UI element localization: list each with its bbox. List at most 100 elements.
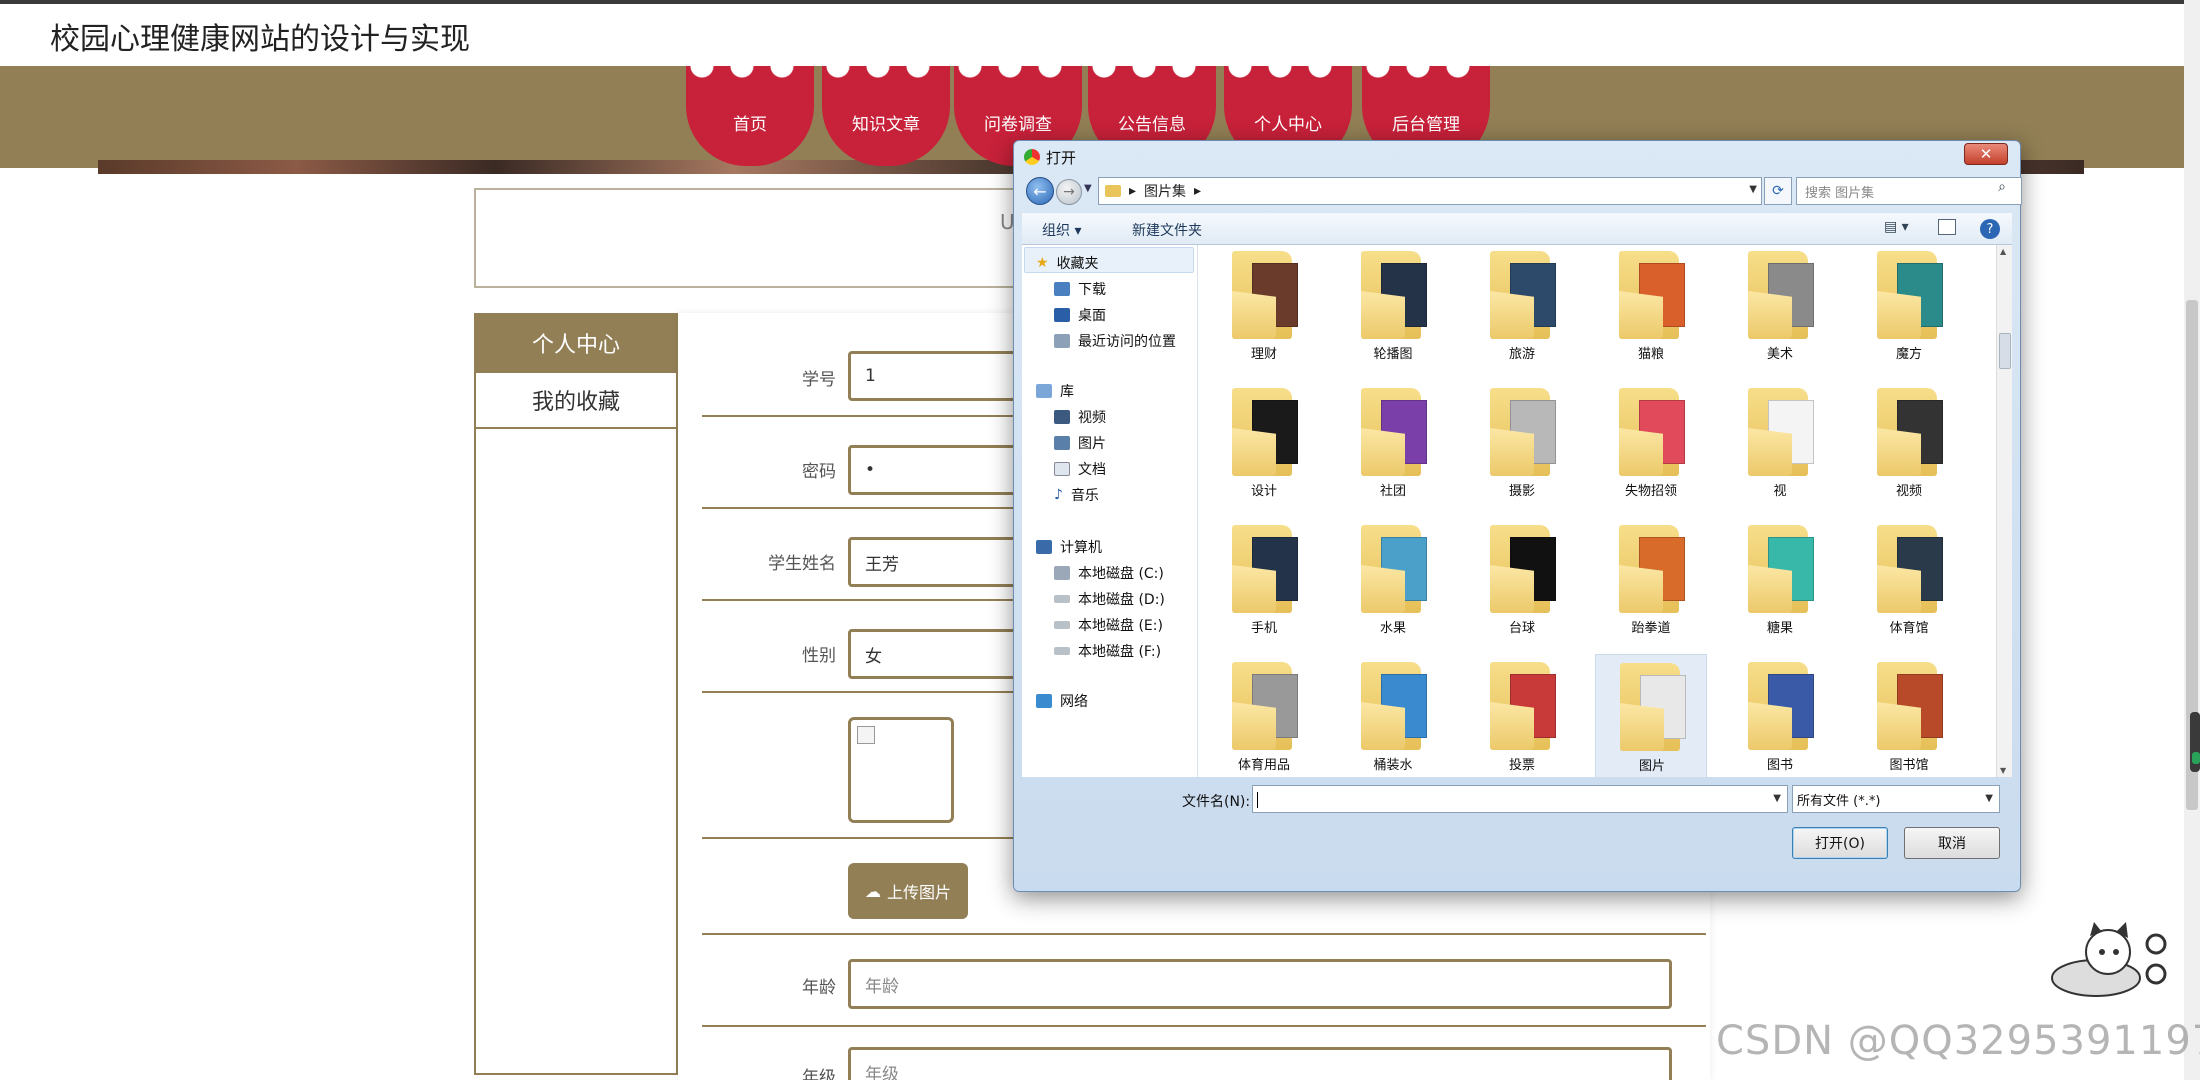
- nav-documents[interactable]: 文档: [1054, 459, 1106, 479]
- filename-input[interactable]: ▼: [1252, 785, 1788, 813]
- desktop-icon: [1054, 308, 1070, 322]
- folder-item[interactable]: 轮播图: [1337, 245, 1449, 375]
- grade-field[interactable]: 年级: [848, 1047, 1672, 1080]
- star-icon: ★: [1036, 255, 1049, 271]
- folder-item[interactable]: 旅游: [1466, 245, 1578, 375]
- nav-label: 最近访问的位置: [1078, 334, 1176, 350]
- folder-item[interactable]: 体育用品: [1208, 654, 1320, 777]
- folder-item[interactable]: 糖果: [1724, 517, 1836, 649]
- nav-videos[interactable]: 视频: [1054, 407, 1106, 427]
- nav-recent-places[interactable]: 最近访问的位置: [1054, 331, 1176, 351]
- folder-icon: [1361, 388, 1431, 476]
- preview-pane-icon[interactable]: [1938, 219, 1956, 235]
- nav-label: 库: [1060, 384, 1074, 400]
- folder-icon: [1490, 662, 1560, 750]
- nav-drive-e[interactable]: 本地磁盘 (E:): [1054, 615, 1163, 635]
- address-row: ← → ▼ ▸ 图片集 ▸ ▼ ⟳ 搜索 图片集 ⌕: [1022, 175, 2022, 207]
- folder-item[interactable]: 水果: [1337, 517, 1449, 649]
- library-icon: [1036, 384, 1052, 398]
- scroll-up-icon[interactable]: ▲: [2000, 247, 2006, 256]
- nav-downloads[interactable]: 下载: [1054, 279, 1106, 299]
- folder-item[interactable]: 魔方: [1853, 245, 1965, 375]
- folder-item[interactable]: 失物招领: [1595, 380, 1707, 512]
- folder-item[interactable]: 桶装水: [1337, 654, 1449, 777]
- cancel-button[interactable]: 取消: [1904, 827, 2000, 859]
- folder-name: 图书: [1766, 758, 1793, 773]
- folder-item[interactable]: 跆拳道: [1595, 517, 1707, 649]
- folder-item[interactable]: 美术: [1724, 245, 1836, 375]
- age-field[interactable]: 年龄: [848, 959, 1672, 1009]
- field-label: 密码: [802, 462, 836, 482]
- folder-item[interactable]: 投票: [1466, 654, 1578, 777]
- drive-icon: [1054, 621, 1070, 629]
- file-list-scrollbar-thumb[interactable]: [1999, 333, 2011, 369]
- computer-icon: [1036, 540, 1052, 554]
- organize-menu[interactable]: 组织 ▾: [1042, 220, 1081, 240]
- folder-item[interactable]: 理财: [1208, 245, 1320, 375]
- nav-music[interactable]: ♪ 音乐: [1054, 485, 1099, 505]
- folder-icon: [1361, 251, 1431, 339]
- folder-item[interactable]: 社团: [1337, 380, 1449, 512]
- address-bar[interactable]: ▸ 图片集 ▸ ▼: [1098, 177, 1762, 205]
- nav-network[interactable]: 网络: [1036, 691, 1088, 711]
- folder-item[interactable]: 图片: [1595, 654, 1707, 777]
- folder-item[interactable]: 台球: [1466, 517, 1578, 649]
- close-icon: ✕: [1979, 145, 1993, 163]
- nav-pictures[interactable]: 图片: [1054, 433, 1106, 453]
- nav-drive-f[interactable]: 本地磁盘 (F:): [1054, 641, 1161, 661]
- nav-favorites[interactable]: ★ 收藏夹: [1036, 253, 1099, 273]
- recent-dropdown-icon[interactable]: ▼: [1084, 183, 1092, 194]
- forward-arrow-icon[interactable]: →: [1056, 179, 1082, 205]
- open-file-dialog: 打开 ✕ ← → ▼ ▸ 图片集 ▸ ▼ ⟳ 搜索 图片集 ⌕ 组织 ▾ 新建文…: [1013, 140, 2022, 892]
- file-list-scrollbar[interactable]: ▲ ▼: [1996, 245, 2012, 777]
- refresh-icon[interactable]: ⟳: [1764, 177, 1792, 205]
- breadcrumb-folder[interactable]: 图片集: [1144, 181, 1186, 201]
- page-scrollbar[interactable]: [2184, 0, 2200, 1080]
- folder-item[interactable]: 猫粮: [1595, 245, 1707, 375]
- folder-item[interactable]: 摄影: [1466, 380, 1578, 512]
- video-library-icon: [1054, 410, 1070, 424]
- folder-item[interactable]: 体育馆: [1853, 517, 1965, 649]
- file-type-select[interactable]: 所有文件 (*.*) ▼: [1792, 785, 2000, 813]
- view-options-icon[interactable]: ▤ ▾: [1884, 219, 1909, 235]
- folder-icon: [1748, 388, 1818, 476]
- help-icon[interactable]: ?: [1980, 219, 2000, 239]
- chevron-down-icon: ▼: [1985, 793, 1993, 804]
- folder-name: 视: [1773, 484, 1787, 499]
- drive-icon: [1054, 647, 1070, 655]
- search-input[interactable]: 搜索 图片集: [1796, 177, 2022, 205]
- folder-name: 图书馆: [1889, 758, 1929, 773]
- close-button[interactable]: ✕: [1964, 143, 2008, 165]
- nav-label: 桌面: [1078, 308, 1106, 324]
- back-arrow-icon[interactable]: ←: [1026, 177, 1054, 205]
- scroll-down-icon[interactable]: ▼: [2000, 766, 2006, 775]
- folder-item[interactable]: 手机: [1208, 517, 1320, 649]
- chevron-down-icon[interactable]: ▼: [1773, 793, 1781, 804]
- folder-item[interactable]: 图书: [1724, 654, 1836, 777]
- folder-item[interactable]: 图书馆: [1853, 654, 1965, 777]
- new-folder-button[interactable]: 新建文件夹: [1132, 220, 1202, 240]
- folder-item[interactable]: 视频: [1853, 380, 1965, 512]
- folder-icon: [1105, 185, 1121, 197]
- upload-image-button[interactable]: ☁ 上传图片: [848, 863, 968, 919]
- folder-icon: [1232, 662, 1302, 750]
- folder-icon: [1490, 388, 1560, 476]
- nav-desktop[interactable]: 桌面: [1054, 305, 1106, 325]
- chevron-down-icon[interactable]: ▼: [1749, 184, 1757, 195]
- folder-item[interactable]: 设计: [1208, 380, 1320, 512]
- open-button[interactable]: 打开(O): [1792, 827, 1888, 859]
- folder-name: 体育馆: [1889, 621, 1929, 636]
- search-icon[interactable]: ⌕: [1998, 179, 2006, 195]
- nav-libraries[interactable]: 库: [1036, 381, 1074, 401]
- photo-preview: [848, 717, 954, 823]
- nav-drive-d[interactable]: 本地磁盘 (D:): [1054, 589, 1165, 609]
- folder-name: 水果: [1379, 621, 1406, 636]
- nav-drive-c[interactable]: 本地磁盘 (C:): [1054, 563, 1164, 583]
- folder-item[interactable]: 视: [1724, 380, 1836, 512]
- folder-name: 台球: [1508, 621, 1535, 636]
- sidebar-item-favorites[interactable]: 我的收藏: [476, 373, 676, 429]
- navigation-pane: ★ 收藏夹 下载 桌面 最近访问的位置 库 视频 图片 文档 ♪ 音乐 计算机 …: [1022, 245, 1198, 777]
- nav-computer[interactable]: 计算机: [1036, 537, 1102, 557]
- sidebar-header[interactable]: 个人中心: [476, 313, 676, 373]
- drive-icon: [1054, 595, 1070, 603]
